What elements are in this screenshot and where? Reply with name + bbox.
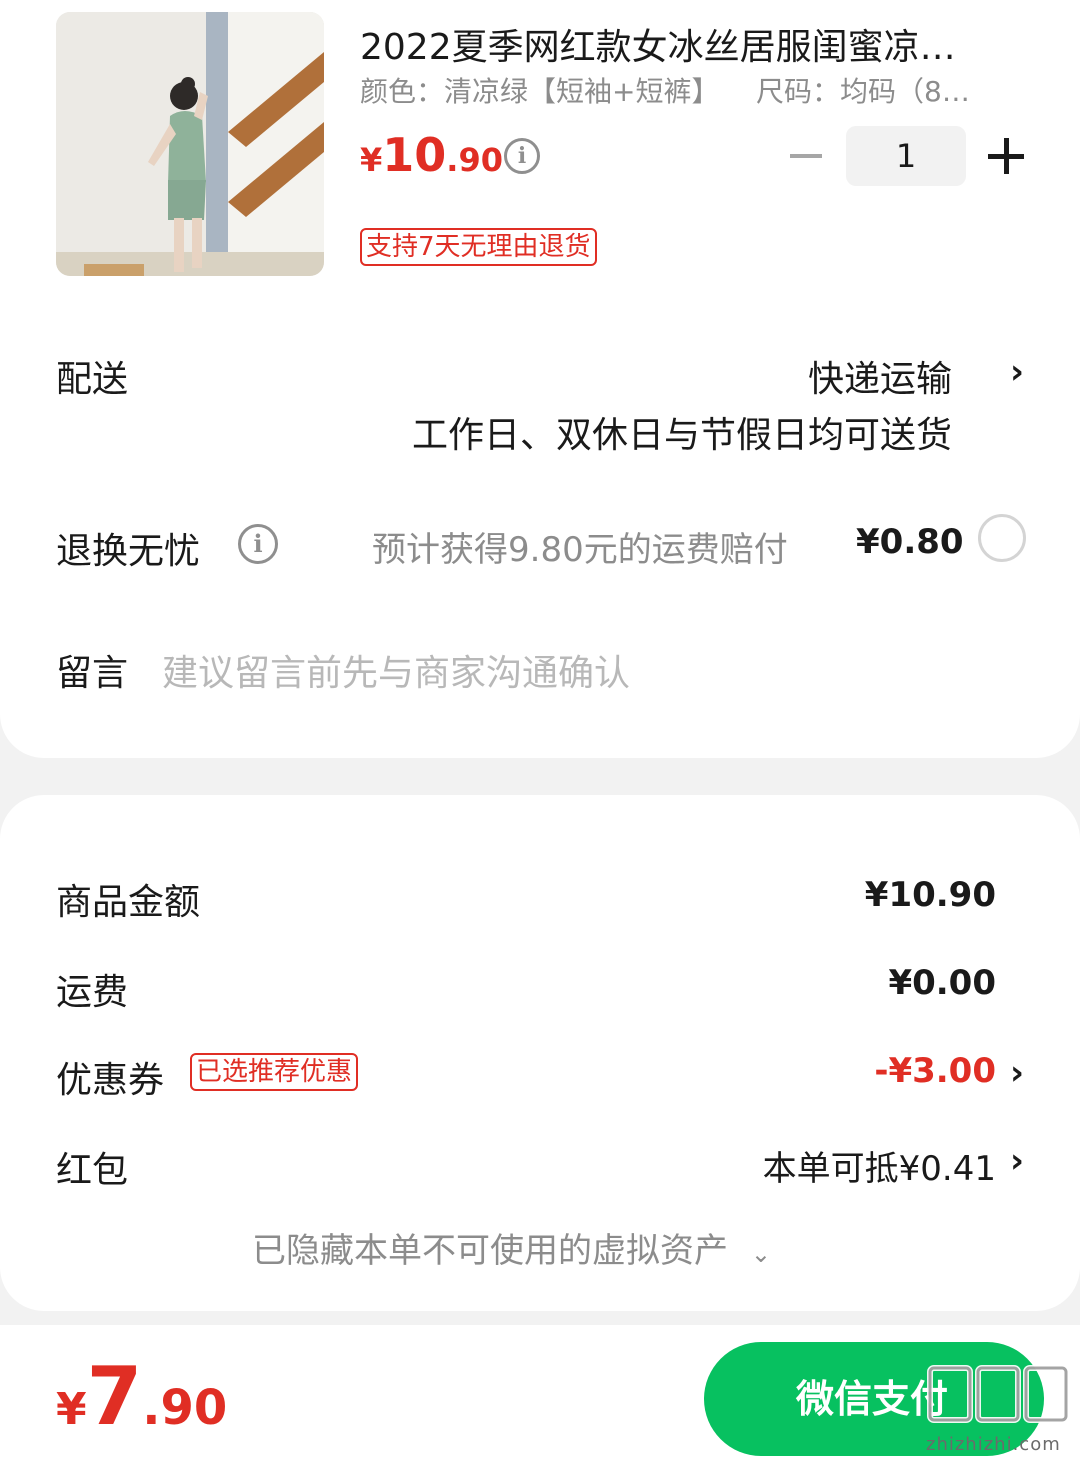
increase-quantity-button[interactable] (988, 138, 1024, 174)
price-info-icon[interactable]: i (504, 138, 540, 174)
coupon-amount[interactable]: -¥3.00 (874, 1051, 996, 1091)
red-packet-chevron-icon[interactable]: › (1010, 1141, 1024, 1181)
coupon-chevron-icon[interactable]: › (1010, 1053, 1024, 1093)
goods-amount-label: 商品金额 (56, 882, 201, 923)
shipping-label: 运费 (56, 972, 129, 1013)
quantity-value[interactable]: 1 (846, 126, 966, 186)
price-decimal: .90 (446, 141, 503, 179)
total-integer: 7 (86, 1350, 143, 1443)
order-item-card: 2022夏季网红款女冰丝居服闺蜜凉… 颜色：清凉绿【短袖+短裤】 尺码：均码（8… (0, 0, 1080, 758)
product-title[interactable]: 2022夏季网红款女冰丝居服闺蜜凉… (360, 18, 1000, 70)
site-watermark: zhizhizhi.com (922, 1358, 1072, 1458)
product-image[interactable] (56, 12, 324, 276)
delivery-note: 工作日、双休日与节假日均可送货 (411, 415, 952, 456)
chevron-down-icon: ⌄ (750, 1240, 771, 1268)
message-input[interactable]: 建议留言前先与商家沟通确认 (162, 644, 630, 696)
hidden-assets-text: 已隐藏本单不可使用的虚拟资产 (252, 1231, 728, 1271)
message-label: 留言 (56, 653, 129, 694)
total-currency: ¥ (56, 1384, 87, 1435)
product-size-spec[interactable]: 尺码：均码（8… (756, 70, 970, 110)
return-insurance-price: ¥0.80 (856, 522, 964, 562)
return-insurance-info-icon[interactable]: i (238, 524, 278, 564)
return-insurance-radio[interactable] (978, 514, 1026, 562)
coupon-label: 优惠券 (56, 1060, 165, 1101)
shipping-amount: ¥0.00 (888, 963, 996, 1003)
price-summary-card: 商品金额 ¥10.90 运费 ¥0.00 优惠券 已选推荐优惠 -¥3.00 ›… (0, 795, 1080, 1311)
hidden-assets-toggle[interactable]: 已隐藏本单不可使用的虚拟资产 ⌄ (252, 1223, 771, 1272)
watermark-text: zhizhizhi.com (926, 1434, 1061, 1455)
order-total: ¥7.90 (56, 1350, 227, 1443)
return-insurance-label: 退换无忧 (56, 531, 201, 572)
price-integer: 10 (382, 128, 447, 182)
decrease-quantity-button[interactable] (790, 154, 822, 158)
watermark-logo-icon (927, 1365, 1069, 1423)
delivery-chevron-icon[interactable]: › (1010, 352, 1024, 392)
total-decimal: .90 (142, 1380, 228, 1436)
return-insurance-description: 预计获得9.80元的运费赔付 (372, 530, 788, 570)
product-price: ¥10.90 (360, 128, 503, 182)
goods-amount: ¥10.90 (864, 875, 996, 915)
delivery-label: 配送 (56, 359, 129, 400)
delivery-method[interactable]: 快递运输 (808, 350, 952, 402)
red-packet-label: 红包 (56, 1150, 129, 1191)
product-color-spec[interactable]: 颜色：清凉绿【短袖+短裤】 (360, 70, 719, 110)
coupon-recommended-tag: 已选推荐优惠 (190, 1053, 359, 1091)
price-currency: ¥ (360, 141, 383, 179)
red-packet-value[interactable]: 本单可抵¥0.41 (763, 1141, 996, 1190)
return-policy-tag: 支持7天无理由退货 (360, 228, 597, 266)
